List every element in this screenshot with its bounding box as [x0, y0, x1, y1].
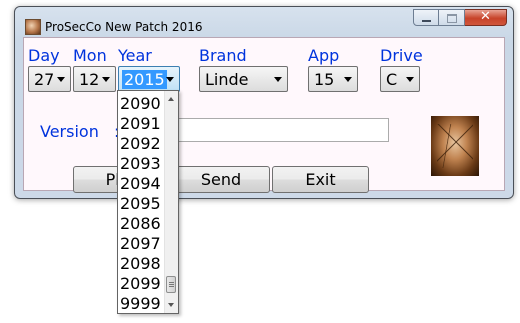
caption-buttons: ✕ — [413, 9, 507, 27]
drive-value: C — [386, 70, 398, 89]
version-label: Version — [40, 122, 99, 141]
scroll-thumb[interactable] — [166, 276, 176, 293]
year-dropdown-list[interactable]: 2090 2091 2092 2093 2094 2095 2086 2097 … — [117, 90, 179, 314]
chevron-down-icon — [344, 77, 352, 82]
grip-line — [169, 286, 174, 287]
list-item[interactable]: 2097 — [120, 234, 161, 254]
drive-label: Drive — [380, 46, 423, 65]
app-label: App — [308, 46, 340, 65]
chevron-down-icon — [274, 77, 282, 82]
app-value: 15 — [314, 70, 335, 89]
list-item[interactable]: 2098 — [120, 254, 161, 274]
minimize-button[interactable] — [413, 9, 439, 26]
month-label: Mon — [73, 46, 107, 65]
grip-line — [169, 284, 174, 285]
main-window: ProSecCo New Patch 2016 ✕ Day Mon Year B… — [14, 6, 514, 199]
list-item[interactable]: 2086 — [120, 214, 161, 234]
maximize-button[interactable] — [439, 9, 465, 26]
exit-button[interactable]: Exit — [272, 166, 369, 193]
brand-label: Brand — [199, 46, 247, 65]
chevron-down-icon — [102, 77, 110, 82]
brand-select[interactable]: Linde — [199, 66, 288, 92]
chevron-down-icon — [406, 77, 414, 82]
brand-value: Linde — [205, 70, 249, 89]
month-select[interactable]: 12 — [73, 66, 116, 92]
year-label: Year — [118, 46, 152, 65]
client-area: Day Mon Year Brand App Drive 27 12 2015 … — [23, 37, 505, 193]
chevron-down-icon — [57, 77, 65, 82]
day-label: Day — [28, 46, 60, 65]
app-icon — [25, 19, 41, 35]
day-select[interactable]: 27 — [28, 66, 71, 92]
window-title: ProSecCo New Patch 2016 — [45, 20, 203, 34]
grip-line — [169, 282, 174, 283]
send-button[interactable]: Send — [172, 166, 270, 193]
title-bar[interactable]: ProSecCo New Patch 2016 ✕ — [15, 7, 513, 37]
photo-image — [431, 116, 479, 176]
month-value: 12 — [79, 70, 100, 89]
app-select[interactable]: 15 — [308, 66, 358, 92]
list-item[interactable]: 2093 — [120, 154, 161, 174]
list-item[interactable]: 2092 — [120, 134, 161, 154]
scroll-up-icon[interactable] — [168, 97, 174, 101]
list-item[interactable]: 2090 — [120, 94, 161, 114]
dropdown-scrollbar[interactable] — [164, 91, 178, 313]
close-icon: ✕ — [480, 9, 491, 24]
list-item[interactable]: 2091 — [120, 114, 161, 134]
drive-select[interactable]: C — [380, 66, 420, 92]
maximize-icon — [447, 14, 457, 23]
list-item[interactable]: 2095 — [120, 194, 161, 214]
day-value: 27 — [34, 70, 55, 89]
scroll-down-icon[interactable] — [168, 303, 174, 307]
list-item[interactable]: 2099 — [120, 274, 161, 294]
chevron-down-icon — [166, 77, 174, 82]
close-button[interactable]: ✕ — [465, 9, 507, 26]
list-item[interactable]: 9999 — [120, 294, 161, 313]
list-item[interactable]: 2094 — [120, 174, 161, 194]
minimize-icon — [422, 20, 431, 22]
year-value: 2015 — [122, 70, 167, 89]
year-select[interactable]: 2015 — [118, 66, 180, 92]
